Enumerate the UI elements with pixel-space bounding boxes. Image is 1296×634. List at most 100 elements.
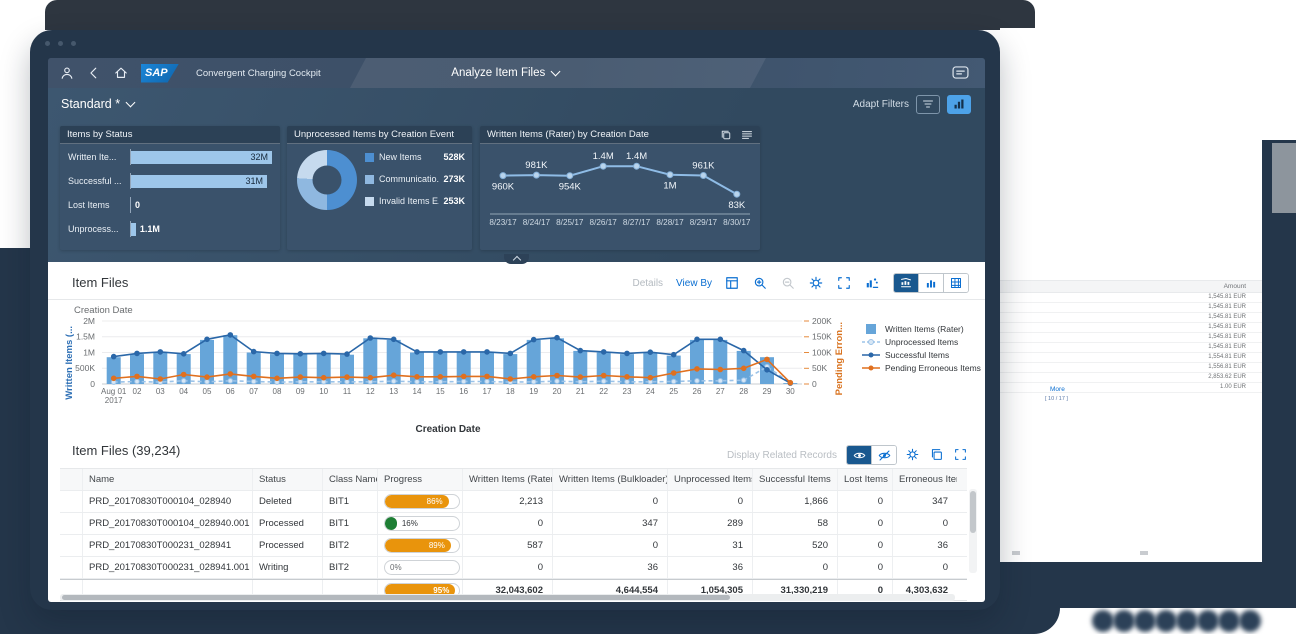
svg-text:05: 05 [203,387,212,396]
column-header[interactable]: Written Items (Bulkloader) [552,469,667,490]
kpi-unprocessed-by-event[interactable]: Unprocessed Items by Creation Event New … [287,126,472,250]
home-icon[interactable] [114,66,128,80]
svg-text:13: 13 [389,387,398,396]
legend-value: 253K [439,196,465,206]
variant-label: Standard * [61,97,120,111]
duplicate-icon[interactable] [720,129,732,141]
status-bar-chart: Written Ite...32MSuccessful ...31MLost I… [60,146,280,240]
svg-text:981K: 981K [525,160,548,171]
status-bar-row[interactable]: Written Ite...32M [68,146,272,168]
donut-legend-row[interactable]: Communicatio...273K [365,168,465,190]
blurred-decor-dot [1176,610,1198,632]
status-cell: Writing [252,557,322,578]
column-header[interactable]: Successful Items [752,469,837,490]
horizontal-scrollbar[interactable] [60,594,955,601]
kpi-title: Unprocessed Items by Creation Event [294,129,454,140]
kpi-written-by-date[interactable]: Written Items (Rater) by Creation Date 9… [480,126,760,250]
variant-selector[interactable]: Standard * [48,97,134,111]
item-files-combo-chart[interactable]: 2M200K1.5M150K1M100K500K50K00Aug 0120170… [68,314,868,414]
svg-text:8/24/17: 8/24/17 [523,218,551,227]
person-icon[interactable] [60,66,74,80]
display-related-records-button[interactable]: Display Related Records [727,450,837,461]
svg-text:11: 11 [343,387,352,396]
donut-legend-row[interactable]: Invalid Items E...253K [365,190,465,212]
donut-legend-row[interactable]: New Items528K [365,146,465,168]
combo-chart-icon[interactable] [894,274,918,292]
amount-column-header: Amount [1000,280,1292,293]
table-row[interactable]: PRD_20170830T000231_028941ProcessedBIT28… [60,535,967,557]
table-row[interactable]: PRD_20170830T000104_028940DeletedBIT186%… [60,491,967,513]
kpi-dashboard-area: Standard * Adapt Filters Items by Status… [48,88,985,262]
zoom-out-icon[interactable] [781,276,796,291]
svg-text:22: 22 [599,387,608,396]
svg-text:500K: 500K [75,363,95,373]
kpi-items-by-status[interactable]: Items by Status Written Ite...32MSuccess… [60,126,280,250]
copilot-icon[interactable] [952,66,969,79]
copy-icon[interactable] [930,448,945,463]
gear-icon[interactable] [809,276,824,291]
scrollbar-thumb[interactable] [62,595,730,600]
svg-text:08: 08 [273,387,282,396]
chart-legend-row[interactable]: Pending Erroneous Items [862,361,984,374]
chart-view-toggle[interactable] [947,95,971,114]
svg-text:8/29/17: 8/29/17 [690,218,718,227]
background-amount-row: 1,545.81 EUR [1000,313,1292,323]
table-view-icon[interactable] [741,129,753,141]
chart-section-title: Item Files [72,275,128,290]
table-cell: 58 [752,513,837,534]
column-header[interactable]: Status [252,469,322,490]
mini-bars-icon [953,98,965,110]
table-row[interactable]: PRD_20170830T000104_028940.001ProcessedB… [60,513,967,535]
status-bar-row[interactable]: Successful ...31M [68,170,272,192]
bar-chart-icon[interactable] [918,274,943,292]
svg-text:29: 29 [763,387,772,396]
column-header[interactable]: Unprocessed Items [667,469,752,490]
grid-icon[interactable] [943,274,968,292]
trellis-icon[interactable] [865,276,880,291]
legend-label: Successful Items [885,350,949,360]
scrollbar-thumb[interactable] [970,491,976,533]
column-header[interactable]: Name [82,469,252,490]
filter-view-toggle[interactable] [916,95,940,114]
column-header[interactable]: Progress [377,469,462,490]
zoom-in-icon[interactable] [753,276,768,291]
expand-icon[interactable] [837,276,852,291]
column-header[interactable]: Erroneous Items [892,469,957,490]
chart-legend-row[interactable]: Unprocessed Items [862,335,984,348]
table-cell: 289 [667,513,752,534]
blurred-decor-dot [1239,610,1261,632]
table-cell: 0 [462,557,552,578]
expand-icon[interactable] [954,448,969,463]
eye-off-icon[interactable] [871,446,896,464]
svg-text:18: 18 [506,387,515,396]
vertical-scrollbar[interactable] [969,489,977,573]
table-cell: 0 [552,535,667,556]
svg-text:2017: 2017 [105,396,123,405]
status-bar-row[interactable]: Unprocess...1.1M [68,218,272,240]
more-link[interactable]: More [1050,386,1065,393]
column-header[interactable]: Written Items (Rater) [462,469,552,490]
back-icon[interactable] [87,66,101,80]
eye-icon[interactable] [847,446,871,464]
column-header[interactable]: Lost Items [837,469,892,490]
view-by-button[interactable]: View By [676,278,712,289]
gear-icon[interactable] [906,448,921,463]
chart-legend-row[interactable]: Written Items (Rater) [862,322,984,335]
svg-text:83K: 83K [728,200,746,211]
page-title-menu[interactable]: Analyze Item Files [451,58,559,88]
status-bar-row[interactable]: Lost Items0 [68,194,272,216]
collapse-header-tab[interactable] [504,254,529,264]
svg-text:150K: 150K [812,332,832,342]
details-button[interactable]: Details [632,278,663,289]
legend-icon[interactable] [725,276,740,291]
svg-text:20: 20 [553,387,562,396]
kpi-title: Written Items (Rater) by Creation Date [487,129,649,140]
table-row[interactable]: PRD_20170830T000231_028941.001WritingBIT… [60,557,967,579]
column-header[interactable]: Class Name [322,469,377,490]
donut-legend: New Items528KCommunicatio...273KInvalid … [365,146,465,212]
adapt-filters-link[interactable]: Adapt Filters [853,99,909,110]
status-bar-value: 32M [250,151,268,164]
svg-text:8/23/17: 8/23/17 [489,218,517,227]
chart-legend-row[interactable]: Successful Items [862,348,984,361]
legend-label: Written Items (Rater) [885,324,964,334]
